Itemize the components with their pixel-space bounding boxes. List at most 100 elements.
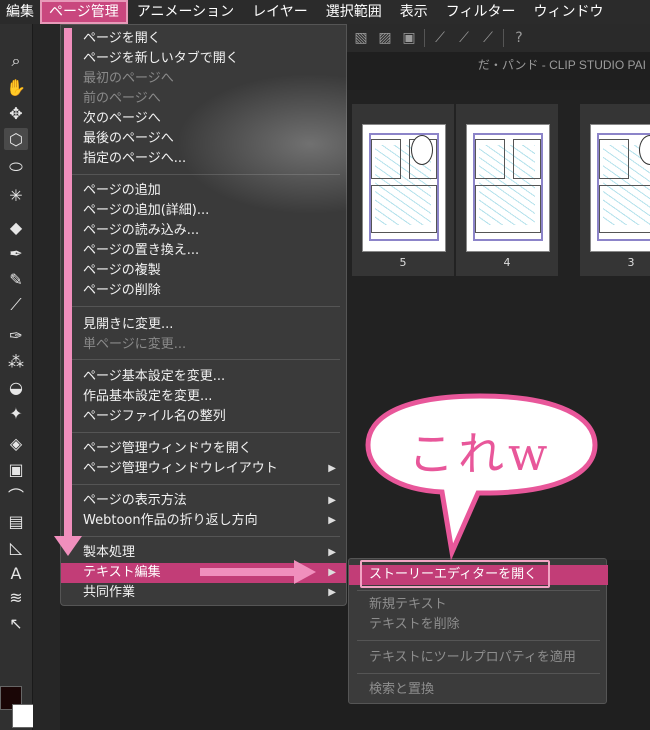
lasso-select-icon[interactable]: ⬭ — [4, 156, 28, 178]
command-bar: ▧ ▨ ▣ ⟋ ⟋ ⟋ ? — [346, 24, 650, 52]
menu-animation[interactable]: アニメーション — [128, 0, 243, 24]
brush-icon[interactable]: ✑ — [4, 324, 28, 346]
menu-item-change-work-settings[interactable]: 作品基本設定を変更... — [61, 387, 346, 407]
pencil-icon[interactable]: ✎ — [4, 268, 28, 290]
annotation-arrow-head — [54, 536, 82, 556]
ruler-icon[interactable]: ◺ — [4, 536, 28, 558]
menu-page-management[interactable]: ページ管理 — [40, 0, 128, 24]
submenu-arrow-icon: ▶ — [328, 547, 336, 558]
divider — [424, 29, 425, 47]
submenu-arrow-icon: ▶ — [328, 495, 336, 506]
decoration-icon[interactable]: ✦ — [4, 402, 28, 424]
move-icon[interactable]: ✥ — [4, 102, 28, 124]
menu-item-add-page[interactable]: ページの追加 — [61, 181, 346, 201]
window-title: だ・パンド - CLIP STUDIO PAI — [477, 58, 646, 72]
menu-item-page-manager-layout[interactable]: ページ管理ウィンドウレイアウト ▶ — [61, 459, 346, 479]
annotation-arrow-down — [64, 28, 72, 536]
menu-item-label: ページの表示方法 — [83, 493, 187, 508]
menu-item-open-page-new-tab[interactable]: ページを新しいタブで開く — [61, 49, 346, 69]
page-thumbnail[interactable]: 3 — [580, 104, 650, 276]
menu-item-replace-page[interactable]: ページの置き換え... — [61, 241, 346, 261]
menu-separator — [357, 640, 600, 641]
menu-item-next-page[interactable]: 次のページへ — [61, 109, 346, 129]
grid-icon[interactable]: ▧ — [352, 29, 370, 47]
divider — [503, 29, 504, 47]
page-preview — [466, 124, 550, 252]
page-manager: 5 4 3 — [346, 90, 650, 560]
page-number: 4 — [503, 256, 511, 269]
page-number: 3 — [627, 256, 635, 269]
menu-separator — [69, 484, 340, 485]
eyedropper-icon[interactable]: ⟋ — [4, 294, 28, 316]
menu-item-go-to-page[interactable]: 指定のページへ... — [61, 149, 346, 169]
sub-color-swatch[interactable] — [12, 704, 34, 728]
submenu-arrow-icon: ▶ — [328, 515, 336, 526]
menu-item-change-to-single-page[interactable]: 単ページに変更... — [61, 335, 346, 355]
text-tool-icon[interactable]: A — [4, 562, 28, 584]
menu-separator — [357, 673, 600, 674]
special-ruler-icon[interactable]: ⟋ — [455, 29, 473, 47]
menu-view[interactable]: 表示 — [391, 0, 437, 24]
page-thumbnail[interactable]: 4 — [456, 104, 558, 276]
menu-item-label: ページ管理ウィンドウレイアウト — [83, 461, 278, 476]
gradient-icon[interactable]: ▣ — [4, 458, 28, 480]
menu-selection[interactable]: 選択範囲 — [317, 0, 391, 24]
menu-item-page-display-method[interactable]: ページの表示方法 ▶ — [61, 491, 346, 511]
annotation-arrow-head — [294, 560, 316, 584]
menu-item-change-to-spread[interactable]: 見開きに変更... — [61, 315, 346, 335]
object-select-icon[interactable]: ⬡ — [4, 128, 28, 150]
submenu-item-find-replace[interactable]: 検索と置換 — [349, 680, 608, 700]
ruler-snap-icon[interactable]: ⟋ — [431, 29, 449, 47]
blend-icon[interactable]: ◒ — [4, 376, 28, 398]
menu-item-open-page-manager[interactable]: ページ管理ウィンドウを開く — [61, 439, 346, 459]
grid-snap-icon[interactable]: ⟋ — [479, 29, 497, 47]
submenu-item-apply-tool-property[interactable]: テキストにツールプロパティを適用 — [349, 648, 608, 668]
page-number: 5 — [399, 256, 407, 269]
airbrush-icon[interactable]: ⁂ — [4, 350, 28, 372]
menu-item-import-page[interactable]: ページの読み込み... — [61, 221, 346, 241]
menubar: 編集 ページ管理 アニメーション レイヤー 選択範囲 表示 フィルター ウィンド… — [0, 0, 650, 24]
menu-item-sort-page-filenames[interactable]: ページファイル名の整列 — [61, 407, 346, 427]
rect-select-icon[interactable]: ▨ — [376, 29, 394, 47]
menu-item-collaboration[interactable]: 共同作業 ▶ — [61, 583, 346, 603]
menu-item-open-page[interactable]: ページを開く — [61, 29, 346, 49]
eraser-icon[interactable]: ◆ — [4, 216, 28, 238]
menu-item-last-page[interactable]: 最後のページへ — [61, 129, 346, 149]
menu-item-first-page[interactable]: 最初のページへ — [61, 69, 346, 89]
curve-icon[interactable]: ⌒ — [4, 484, 28, 506]
zoom-icon[interactable]: ⌕ — [4, 50, 28, 72]
menu-item-add-page-advanced[interactable]: ページの追加(詳細)... — [61, 201, 346, 221]
submenu-arrow-icon: ▶ — [328, 463, 336, 474]
help-icon[interactable]: ? — [510, 29, 528, 47]
menu-item-change-page-settings[interactable]: ページ基本設定を変更... — [61, 367, 346, 387]
menu-item-webtoon-wrap-direction[interactable]: Webtoon作品の折り返し方向 ▶ — [61, 511, 346, 531]
hand-icon[interactable]: ✋ — [4, 76, 28, 98]
selection-icon[interactable]: ▣ — [400, 29, 418, 47]
pen-icon[interactable]: ✒ — [4, 242, 28, 264]
menu-item-previous-page[interactable]: 前のページへ — [61, 89, 346, 109]
page-thumbnail[interactable]: 5 — [352, 104, 454, 276]
menu-edit[interactable]: 編集 — [0, 0, 40, 24]
magic-wand-icon[interactable]: ✳ — [4, 184, 28, 206]
menu-item-delete-page[interactable]: ページの削除 — [61, 281, 346, 301]
annotation-arrow-right — [200, 568, 296, 576]
menu-item-duplicate-page[interactable]: ページの複製 — [61, 261, 346, 281]
menu-item-label: Webtoon作品の折り返し方向 — [83, 513, 258, 528]
menu-layer[interactable]: レイヤー — [243, 0, 317, 24]
menu-item-label: 製本処理 — [83, 545, 136, 560]
callout-text: これw — [408, 427, 552, 481]
submenu-item-delete-text[interactable]: テキストを削除 — [349, 615, 608, 635]
text-editing-submenu: ストーリーエディターを開く 新規テキスト テキストを削除 テキストにツールプロパ… — [348, 558, 608, 704]
balloon-icon[interactable]: ≋ — [4, 586, 28, 608]
menu-item-label: 共同作業 — [83, 585, 136, 600]
menu-separator — [357, 590, 600, 591]
correct-line-icon[interactable]: ↖ — [4, 612, 28, 634]
page-preview — [362, 124, 446, 252]
menu-window[interactable]: ウィンドウ — [525, 0, 613, 24]
submenu-item-open-story-editor[interactable]: ストーリーエディターを開く — [349, 565, 608, 585]
fill-icon[interactable]: ◈ — [4, 432, 28, 454]
menu-separator — [69, 432, 340, 433]
submenu-item-new-text[interactable]: 新規テキスト — [349, 595, 608, 615]
frame-icon[interactable]: ▤ — [4, 510, 28, 532]
menu-filter[interactable]: フィルター — [437, 0, 525, 24]
